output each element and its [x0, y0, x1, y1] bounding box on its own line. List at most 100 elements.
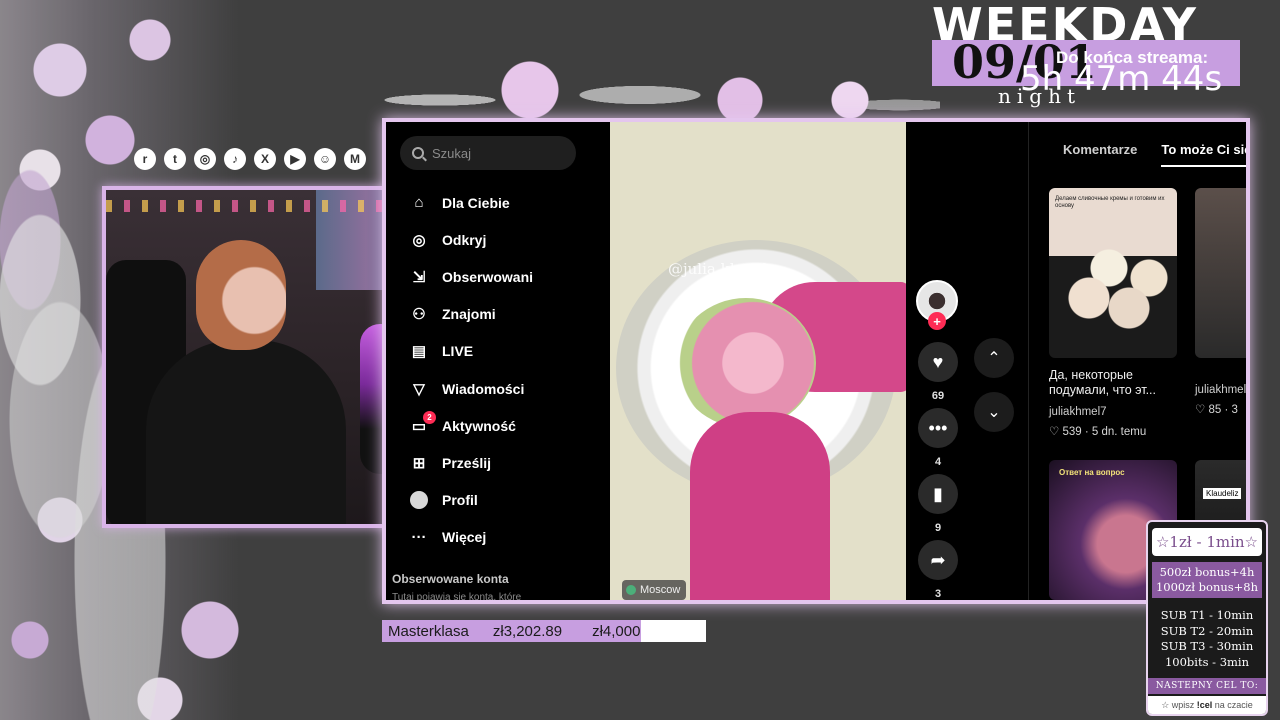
like-button[interactable]: ♥: [918, 342, 958, 382]
instagram-icon: ◎: [194, 148, 216, 170]
sidebar-item-label: Profil: [442, 492, 478, 509]
video-watermark: @julia.khmel: [668, 260, 768, 278]
sidebar-item-label: Odkryj: [442, 231, 487, 248]
gmail-icon: M: [344, 148, 366, 170]
tab-recommended[interactable]: To może Ci się: [1161, 142, 1246, 167]
donation-bonus: 500zł bonus+4h 1000zł bonus+8h: [1152, 562, 1262, 598]
sidebar-item-wiadomosci[interactable]: ▽ Wiadomości: [410, 370, 533, 407]
donation-goal-bar: Masterklasa zł3,202.89 zł4,000: [382, 620, 706, 642]
cmd-suffix: na czacie: [1212, 700, 1253, 710]
sub-line: SUB T2 - 20min: [1160, 623, 1254, 638]
card-title[interactable]: Да, некоторые подумали, что эт...: [1049, 368, 1181, 398]
card-meta: ♡ 539 · 5 dn. temu: [1049, 426, 1147, 438]
following-icon: ⇲: [412, 268, 426, 286]
sidebar-item-wiecej[interactable]: ··· Więcej: [410, 519, 533, 556]
notification-badge: 2: [423, 411, 436, 425]
x-icon: X: [254, 148, 276, 170]
discord-icon: ☺: [314, 148, 336, 170]
goal-name: Masterklasa: [388, 622, 469, 640]
search-box[interactable]: [400, 136, 576, 170]
thumbnail-label: Klaudeliz: [1203, 488, 1242, 499]
send-icon: ▽: [413, 380, 425, 398]
reddit-icon: r: [134, 148, 156, 170]
sub-line: 100bits - 3min: [1164, 654, 1249, 669]
profile-icon: [410, 491, 428, 510]
sidebar-item-odkryj[interactable]: ◎ Odkryj: [410, 221, 533, 258]
sidebar-item-aktywnosc[interactable]: ▭ 2 Aktywność: [410, 407, 533, 444]
friends-icon: ⚇: [412, 306, 426, 324]
followed-accounts-subtitle: Tutaj pojawią się konta, które: [392, 592, 522, 603]
sidebar-item-dla-ciebie[interactable]: ⌂ Dla Ciebie: [410, 184, 533, 221]
sidebar-item-label: Wiadomości: [442, 380, 525, 397]
save-button[interactable]: ▮: [918, 474, 958, 514]
card-author[interactable]: juliakhmel7: [1049, 406, 1107, 418]
location-tag[interactable]: Moscow: [622, 580, 687, 600]
cmd-prefix: ☆ wpisz: [1161, 700, 1197, 710]
sidebar-item-label: LIVE: [442, 343, 474, 360]
card-author[interactable]: juliakhmel: [1195, 384, 1246, 396]
social-icons: r t ◎ ♪ X ▶ ☺ M: [134, 148, 366, 170]
stream-header: WEEKDAY 09/01 night Do końca streama: 5h…: [932, 2, 1242, 108]
sub-line: SUB T1 - 10min: [1160, 608, 1254, 622]
tiktok-sidebar: ⌂ Dla Ciebie ◎ Odkryj ⇲ Obserwowani ⚇ Zn…: [386, 122, 610, 600]
youtube-icon: ▶: [284, 148, 306, 170]
heart-icon: ♥: [932, 351, 944, 372]
follow-plus-icon[interactable]: +: [928, 312, 946, 330]
next-goal-label: NASTEPNY CEL TO:: [1148, 678, 1266, 694]
streamer-head: [196, 240, 286, 350]
compass-icon: ◎: [412, 231, 426, 249]
previous-video-button[interactable]: ⌃: [974, 338, 1014, 378]
bonus-line: 500zł bonus+4h: [1159, 565, 1255, 579]
video-thumbnail[interactable]: Делаем сливочные кремы и готовим их осно…: [1049, 188, 1177, 358]
share-icon: ➦: [930, 549, 946, 570]
tiktok-icon: ♪: [224, 148, 246, 170]
cream-flower: [676, 298, 816, 428]
video-player[interactable]: @julia.khmel Moscow: [610, 122, 906, 600]
cmd-keyword: !cel: [1196, 700, 1213, 710]
donation-info-box: ☆1zł - 1min☆ 500zł bonus+4h 1000zł bonus…: [1146, 520, 1268, 716]
sidebar-item-label: Więcej: [442, 529, 487, 546]
comment-button[interactable]: •••: [918, 408, 958, 448]
goal-target: zł4,000: [592, 622, 641, 640]
chevron-up-icon: ⌃: [987, 350, 1001, 367]
thumbnail-caption: Ответ на вопрос: [1059, 468, 1125, 477]
sidebar-item-obserwowani[interactable]: ⇲ Obserwowani: [410, 258, 533, 295]
location-label: Moscow: [640, 584, 681, 596]
sidebar-item-przeslij[interactable]: ⊞ Prześlij: [410, 444, 533, 481]
sidebar-item-profil[interactable]: Profil: [410, 482, 533, 519]
upload-icon: ⊞: [412, 454, 426, 472]
sub-list: SUB T1 - 10min SUB T2 - 20min SUB T3 - 3…: [1148, 608, 1266, 670]
share-button[interactable]: ➦: [918, 540, 958, 580]
share-count: 3: [934, 588, 942, 600]
sidebar-item-znajomi[interactable]: ⚇ Znajomi: [410, 296, 533, 333]
bonus-line: 1000zł bonus+8h: [1155, 580, 1259, 594]
donation-rate: ☆1zł - 1min☆: [1152, 528, 1262, 556]
thumbnail-caption: Делаем сливочные кремы и готовим их осно…: [1055, 196, 1165, 209]
video-thumbnail[interactable]: [1195, 188, 1246, 358]
sidebar-item-label: Dla Ciebie: [442, 194, 510, 211]
string-lights: [106, 200, 408, 212]
tiktok-window: ⌂ Dla Ciebie ◎ Odkryj ⇲ Obserwowani ⚇ Zn…: [382, 118, 1250, 604]
sidebar-item-label: Obserwowani: [442, 268, 534, 285]
sidebar-item-live[interactable]: ▤ LIVE: [410, 333, 533, 370]
goal-current: zł3,202.89: [492, 622, 563, 640]
followed-accounts-heading: Obserwowane konta: [392, 572, 509, 586]
pink-glove: [690, 412, 830, 600]
sidebar-item-label: Aktywność: [442, 417, 516, 434]
christmas-garland-top: [380, 50, 940, 120]
live-icon: ▤: [411, 343, 427, 361]
panel-tabs: Komentarze To może Ci się: [1063, 142, 1246, 167]
tab-comments[interactable]: Komentarze: [1063, 142, 1137, 167]
sub-line: SUB T3 - 30min: [1160, 639, 1254, 653]
more-icon: ···: [411, 528, 427, 546]
search-input[interactable]: [432, 145, 562, 161]
card-meta: ♡ 85 · 3: [1195, 404, 1238, 416]
next-video-button[interactable]: ⌄: [974, 392, 1014, 432]
streamer-body: [146, 340, 346, 524]
webcam-feed: [102, 186, 412, 528]
home-icon: ⌂: [414, 194, 424, 212]
sidebar-nav: ⌂ Dla Ciebie ◎ Odkryj ⇲ Obserwowani ⚇ Zn…: [410, 184, 533, 556]
sidebar-item-label: Znajomi: [442, 306, 496, 323]
chat-command-hint: ☆ wpisz !cel na czacie: [1148, 696, 1266, 714]
location-pin-icon: [626, 585, 636, 595]
